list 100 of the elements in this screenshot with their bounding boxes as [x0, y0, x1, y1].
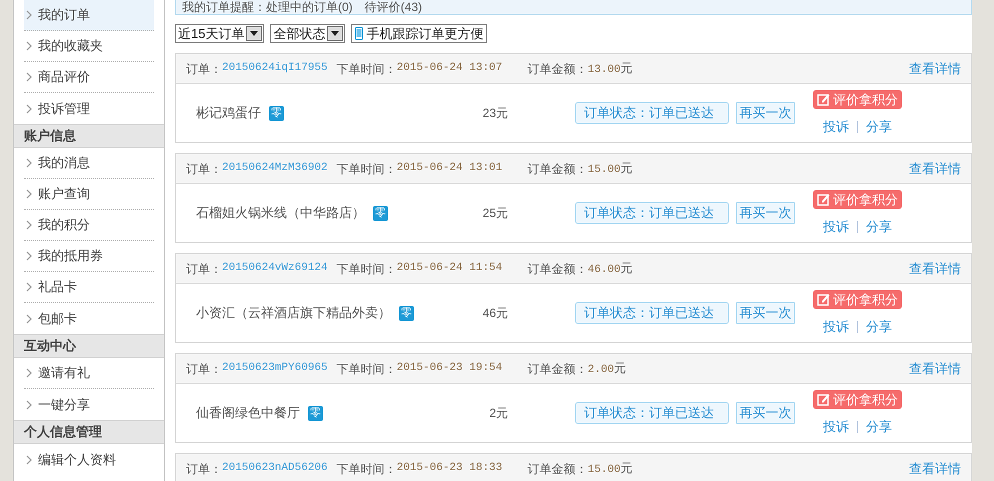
order-amount: 46.00元 [588, 260, 633, 278]
status-bubble: 订单状态：订单已送达 [575, 202, 729, 224]
chevron-icon [26, 104, 32, 114]
amount-label: 订单金额： [528, 460, 588, 478]
order-number[interactable]: 20150624iqI17955 [222, 60, 328, 77]
amount-label: 订单金额： [528, 60, 588, 78]
order-number[interactable]: 20150623nAD56206 [222, 460, 328, 477]
chevron-icon [26, 454, 32, 464]
dropdown-arrow-icon [250, 31, 258, 36]
sidebar-item[interactable]: 礼品卡 [24, 272, 154, 303]
chevron-icon [26, 282, 32, 292]
complain-link[interactable]: 投诉 [823, 216, 849, 236]
order-number[interactable]: 20150624vWz69124 [222, 260, 328, 277]
status-select[interactable]: 全部状态 [270, 24, 346, 43]
order-time: 2015-06-24 11:54 [396, 261, 504, 276]
sidebar-item[interactable]: 一键分享 [24, 389, 154, 420]
order-label: 订单： [186, 360, 222, 378]
order-label: 订单： [186, 60, 222, 78]
notice-text: 我的订单提醒：处理中的订单(0) 待评价(43) [182, 0, 422, 14]
order-amount: 15.00元 [588, 160, 633, 178]
shop-name[interactable]: 彬记鸡蛋仔 [196, 103, 261, 123]
phone-icon [355, 27, 364, 40]
review-button[interactable]: 评价拿积分 [813, 90, 902, 109]
complain-link[interactable]: 投诉 [823, 316, 849, 336]
sidebar-item[interactable]: 我的消息 [24, 148, 154, 179]
item-price: 25元 [482, 205, 508, 222]
sidebar-item[interactable]: 账户查询 [24, 179, 154, 210]
chevron-icon [26, 400, 32, 410]
details-link[interactable]: 查看详情 [909, 58, 961, 78]
chevron-icon [26, 251, 32, 261]
review-button[interactable]: 评价拿积分 [813, 390, 902, 409]
time-label: 下单时间： [336, 160, 397, 178]
order-amount: 2.00元 [588, 360, 626, 378]
item-price: 23元 [482, 105, 508, 122]
order-amount: 15.00元 [588, 460, 633, 478]
amount-label: 订单金额： [528, 360, 588, 378]
edit-icon [817, 92, 830, 106]
amount-label: 订单金额： [528, 260, 588, 278]
order-label: 订单： [186, 260, 222, 278]
section-header: 个人信息管理 [24, 423, 102, 442]
order-label: 订单： [186, 460, 222, 478]
buy-again-button[interactable]: 再买一次 [736, 402, 795, 424]
sidebar-item[interactable]: 邀请有礼 [24, 358, 154, 389]
details-link[interactable]: 查看详情 [909, 158, 961, 178]
share-link[interactable]: 分享 [866, 416, 892, 436]
buy-again-button[interactable]: 再买一次 [736, 202, 795, 224]
shop-name[interactable]: 仙香阁绿色中餐厅 [196, 403, 300, 423]
zero-badge: 零 [399, 306, 414, 320]
chevron-icon [26, 368, 32, 378]
time-label: 下单时间： [336, 360, 397, 378]
complain-link[interactable]: 投诉 [823, 116, 849, 136]
chevron-icon [26, 72, 32, 82]
chevron-icon [26, 158, 32, 168]
complain-link[interactable]: 投诉 [823, 416, 849, 436]
order-number[interactable]: 20150624MzM36902 [222, 160, 328, 177]
sidebar-item[interactable]: 编辑个人资料 [24, 444, 154, 475]
edit-icon [817, 192, 830, 206]
sidebar-item[interactable]: 我的订单 [24, 0, 154, 31]
item-price: 46元 [482, 305, 508, 322]
item-price: 2元 [488, 405, 508, 422]
sidebar-item[interactable]: 投诉管理 [24, 93, 154, 124]
order-time: 2015-06-24 13:01 [396, 161, 504, 176]
time-label: 下单时间： [336, 260, 397, 278]
zero-badge: 零 [308, 406, 323, 420]
details-link[interactable]: 查看详情 [909, 258, 961, 278]
share-link[interactable]: 分享 [866, 116, 892, 136]
sidebar-item[interactable]: 我的积分 [24, 210, 154, 241]
chevron-icon [26, 10, 32, 20]
details-link[interactable]: 查看详情 [909, 458, 961, 478]
sidebar-item[interactable]: 我的抵用券 [24, 241, 154, 272]
sidebar-item[interactable]: 我的收藏夹 [24, 31, 154, 62]
period-select[interactable]: 近15天订单 [175, 24, 264, 43]
chevron-icon [26, 41, 32, 51]
chevron-icon [26, 314, 32, 324]
buy-again-button[interactable]: 再买一次 [736, 102, 795, 124]
amount-label: 订单金额： [528, 160, 588, 178]
time-label: 下单时间： [336, 460, 397, 478]
zero-badge: 零 [373, 206, 388, 220]
chevron-icon [26, 220, 32, 230]
order-number[interactable]: 20150623mPY60965 [222, 360, 328, 377]
section-header: 账户信息 [24, 127, 76, 146]
edit-icon [817, 392, 830, 406]
order-time: 2015-06-24 13:07 [396, 61, 504, 76]
order-amount: 13.00元 [588, 60, 633, 78]
section-header: 互动中心 [24, 337, 76, 356]
shop-name[interactable]: 小资汇（云祥酒店旗下精品外卖） [196, 303, 391, 323]
edit-icon [817, 292, 830, 306]
mobile-tracking-link[interactable]: 手机跟踪订单更方便 [351, 24, 488, 43]
status-bubble: 订单状态：订单已送达 [575, 402, 729, 424]
review-button[interactable]: 评价拿积分 [813, 290, 902, 309]
order-time: 2015-06-23 18:33 [396, 461, 504, 476]
details-link[interactable]: 查看详情 [909, 358, 961, 378]
buy-again-button[interactable]: 再买一次 [736, 302, 795, 324]
shop-name[interactable]: 石榴姐火锅米线（中华路店） [196, 203, 365, 223]
time-label: 下单时间： [336, 60, 397, 78]
review-button[interactable]: 评价拿积分 [813, 190, 902, 209]
sidebar-item[interactable]: 包邮卡 [24, 303, 154, 334]
sidebar-item[interactable]: 商品评价 [24, 62, 154, 93]
share-link[interactable]: 分享 [866, 316, 892, 336]
share-link[interactable]: 分享 [866, 216, 892, 236]
